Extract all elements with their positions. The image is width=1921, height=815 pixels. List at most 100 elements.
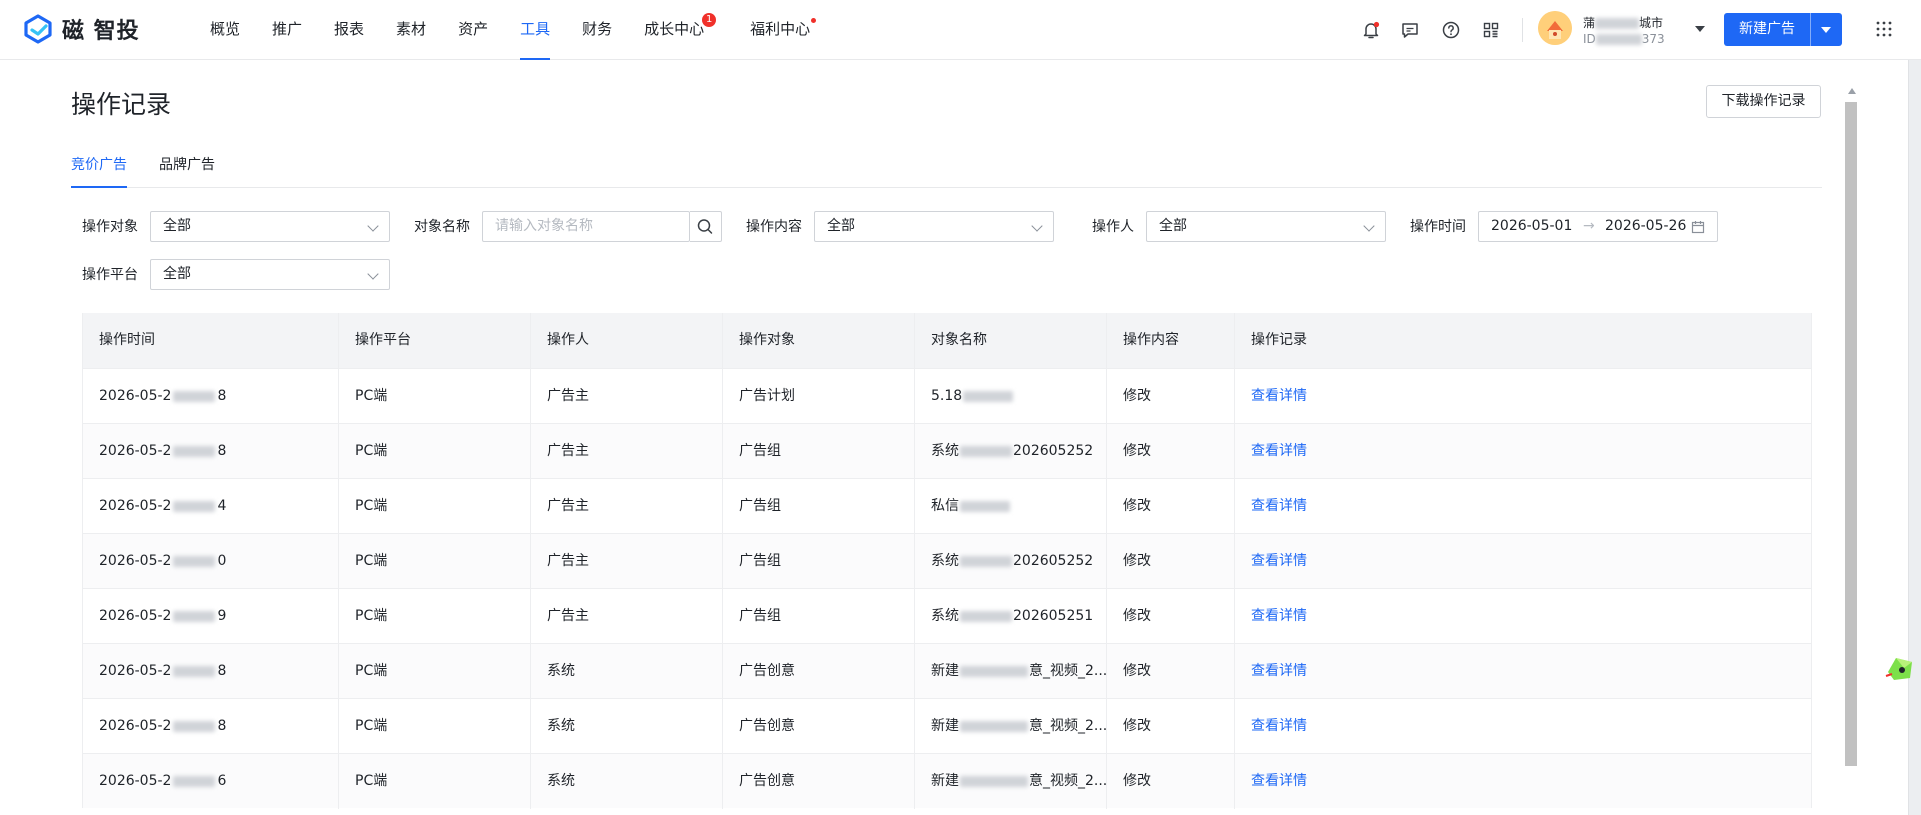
column-header: 操作记录: [1251, 332, 1307, 348]
table-row: 2026-05-2 4 PC端 广告主 广告组 私信 修改 查看详情: [83, 478, 1811, 534]
table-row: 2026-05-2 6 PC端 系统 广告创意 新建 意_视频_2... 修改 查看详情: [83, 753, 1811, 809]
account-dropdown-icon[interactable]: [1695, 26, 1705, 32]
help-icon[interactable]: [1440, 19, 1462, 41]
name-text: 202605251: [1013, 608, 1094, 624]
nav-overview[interactable]: 概览: [210, 0, 240, 60]
blurred-text: [173, 775, 216, 787]
tab-bidding-ads[interactable]: 竞价广告: [71, 154, 127, 188]
user-name-suffix: 城市: [1639, 16, 1664, 30]
table-row: 2026-05-2 9 PC端 广告主 广告组 系统 202605251 修改 查看详情: [83, 588, 1811, 644]
time-text: 6: [217, 773, 227, 789]
date-end[interactable]: 2026-05-26: [1605, 212, 1686, 241]
blurred-text: [173, 390, 216, 402]
column-header: 操作对象: [723, 313, 915, 368]
blurred-text: [960, 665, 1028, 677]
table-row: 2026-05-2 8 PC端 系统 广告创意 新建 意_视频_2... 修改 查看详情: [83, 643, 1811, 699]
object-name-input[interactable]: 请输入对象名称: [482, 211, 690, 242]
view-details-link[interactable]: 查看详情: [1251, 663, 1307, 679]
message-icon[interactable]: [1399, 19, 1421, 41]
cell-action: 查看详情: [1235, 479, 1811, 534]
scroll-thumb[interactable]: [1845, 102, 1857, 766]
calendar-icon: [1691, 221, 1705, 234]
cell-content: 修改: [1107, 369, 1235, 424]
view-details-link[interactable]: 查看详情: [1251, 608, 1307, 624]
nav-growth-center[interactable]: 成长中心 1: [644, 0, 717, 60]
user-id-suffix: 373: [1641, 32, 1665, 46]
blurred-text: [960, 775, 1028, 787]
time-text: 2026-05-2: [99, 443, 172, 459]
cell-action: 查看详情: [1235, 424, 1811, 479]
table-row: 2026-05-2 8 PC端 系统 广告创意 新建 意_视频_2... 修改 查看详情: [83, 698, 1811, 754]
logo[interactable]: 磁 智投: [22, 13, 140, 45]
assistant-mascot-icon[interactable]: [1882, 650, 1918, 686]
search-button[interactable]: [690, 211, 722, 242]
chevron-down-icon: [367, 268, 379, 280]
cell-object: 广告组: [723, 479, 915, 534]
operator-select[interactable]: 全部: [1146, 211, 1386, 242]
new-ad-dropdown-icon[interactable]: [1811, 13, 1842, 46]
date-start[interactable]: 2026-05-01: [1491, 212, 1572, 241]
nav-label: 概览: [210, 20, 241, 38]
content-select[interactable]: 全部: [814, 211, 1054, 242]
cell-platform: PC端: [339, 754, 531, 809]
user-name[interactable]: 蒲 城市: [1583, 14, 1663, 31]
app-grid-icon[interactable]: [1480, 19, 1502, 41]
top-bar: 磁 智投 概览 推广 报表 素材 资产 工具 财务 成长中心 1 福利中心 蒲 …: [0, 0, 1921, 60]
time-text: 2026-05-2: [99, 498, 172, 514]
new-ad-button[interactable]: 新建广告: [1724, 13, 1842, 46]
cell-action: 查看详情: [1235, 534, 1811, 589]
filter-time-label: 操作时间: [1410, 219, 1466, 235]
nav-reports[interactable]: 报表: [334, 0, 364, 60]
user-id-prefix: ID: [1583, 32, 1596, 46]
nav-finance[interactable]: 财务: [582, 0, 612, 60]
table-row: 2026-05-2 8 PC端 广告主 广告组 系统 202605252 修改 查看详情: [83, 423, 1811, 479]
bell-icon[interactable]: [1360, 19, 1382, 41]
nav-materials[interactable]: 素材: [396, 0, 426, 60]
nav-benefits-center[interactable]: 福利中心: [750, 0, 817, 60]
blurred-text: [960, 500, 1010, 512]
menu-grid-icon[interactable]: [1876, 21, 1892, 37]
time-text: 2026-05-2: [99, 553, 172, 569]
object-select[interactable]: 全部: [150, 211, 390, 242]
view-details-link[interactable]: 查看详情: [1251, 718, 1307, 734]
cell-platform: PC端: [339, 644, 531, 699]
cell-platform: PC端: [339, 424, 531, 479]
cell-object-name: 系统 202605251: [915, 589, 1107, 644]
view-details-link[interactable]: 查看详情: [1251, 553, 1307, 569]
name-text: 私信: [931, 498, 959, 514]
time-text: 8: [217, 663, 227, 679]
time-text: 0: [217, 553, 227, 569]
date-range-picker[interactable]: 2026-05-01 → 2026-05-26: [1478, 211, 1718, 242]
nav-promotion[interactable]: 推广: [272, 0, 302, 60]
column-header: 操作时间: [83, 313, 339, 368]
download-records-button[interactable]: 下载操作记录: [1706, 85, 1821, 118]
page-scrollbar[interactable]: [1844, 88, 1858, 768]
name-text: 系统: [931, 553, 959, 569]
cell-object-name: 系统 202605252: [915, 424, 1107, 479]
cell-time: 2026-05-2 9: [83, 589, 339, 644]
column-header: 操作内容: [1107, 313, 1235, 368]
records-table: 操作时间 操作平台 操作人 操作对象 对象名称 操作内容 操作记录 2026-0…: [82, 313, 1812, 809]
cell-content: 修改: [1107, 699, 1235, 754]
tab-brand-ads[interactable]: 品牌广告: [159, 154, 215, 188]
avatar[interactable]: [1538, 11, 1572, 45]
view-details-link[interactable]: 查看详情: [1251, 443, 1307, 459]
nav-label: 福利中心: [750, 20, 811, 38]
view-details-link[interactable]: 查看详情: [1251, 388, 1307, 404]
nav-tools[interactable]: 工具: [520, 0, 551, 60]
cell-time: 2026-05-2 8: [83, 644, 339, 699]
scroll-up-icon[interactable]: [1848, 88, 1856, 94]
search-icon: [697, 219, 713, 234]
cell-object: 广告创意: [723, 644, 915, 699]
blurred-text: [960, 555, 1012, 567]
nav-assets[interactable]: 资产: [458, 0, 488, 60]
blurred-text: [173, 610, 216, 622]
select-value: 全部: [827, 218, 855, 234]
arrow-right-icon: →: [1583, 218, 1595, 234]
platform-select[interactable]: 全部: [150, 259, 390, 290]
view-details-link[interactable]: 查看详情: [1251, 498, 1307, 514]
view-details-link[interactable]: 查看详情: [1251, 773, 1307, 789]
side-panel-edge: [1908, 60, 1921, 815]
chevron-down-icon: [1363, 220, 1375, 232]
blurred-text: [960, 610, 1012, 622]
